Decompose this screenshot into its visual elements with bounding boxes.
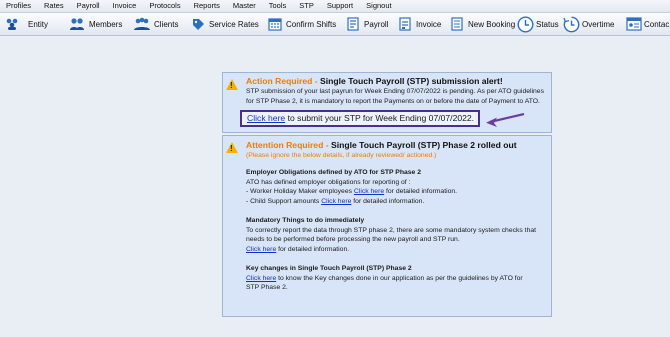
confirm-shifts-label: Confirm Shifts bbox=[286, 19, 337, 29]
sec3-line2: STP Phase 2. bbox=[246, 284, 288, 292]
entity-button[interactable]: Entity bbox=[5, 13, 48, 35]
menu-signout[interactable]: Signout bbox=[366, 0, 391, 12]
sec3-line1: Click here to know the Key changes done … bbox=[246, 274, 546, 284]
child-support-click-here-link[interactable]: Click here bbox=[321, 198, 351, 205]
whm-click-here-link[interactable]: Click here bbox=[354, 188, 384, 195]
alert2-title: Attention Required - Single Touch Payrol… bbox=[246, 140, 517, 150]
submit-stp-text: to submit your STP for Week Ending 07/07… bbox=[285, 113, 475, 123]
mandatory-things-section: Mandatory Things to do immediately To co… bbox=[246, 216, 546, 254]
key-changes-click-here-link[interactable]: Click here bbox=[246, 275, 276, 282]
clients-icon bbox=[134, 17, 150, 31]
confirm-shifts-icon bbox=[268, 17, 282, 31]
sec1-line2: - Worker Holiday Maker employees Click h… bbox=[246, 187, 546, 197]
payroll-icon bbox=[346, 17, 360, 31]
clients-label: Clients bbox=[154, 19, 179, 29]
menu-stp[interactable]: STP bbox=[299, 0, 314, 12]
sec3-post: to know the Key changes done in our appl… bbox=[276, 274, 523, 282]
alert2-prefix: Attention Required - bbox=[246, 140, 329, 150]
invoice-label: Invoice bbox=[416, 19, 442, 29]
contact-button[interactable]: Contac bbox=[626, 13, 669, 35]
members-button[interactable]: Members bbox=[69, 13, 122, 35]
members-icon bbox=[69, 17, 84, 31]
alert1-line2: for STP Phase 2, it is mandatory to repo… bbox=[246, 97, 540, 105]
menu-profiles[interactable]: Profiles bbox=[6, 0, 31, 12]
alert2-heading: Single Touch Payroll (STP) Phase 2 rolle… bbox=[330, 140, 517, 150]
menu-bar: Profiles Rates Payroll Invoice Protocols… bbox=[0, 0, 670, 13]
alert1-prefix: Action Required - bbox=[246, 76, 318, 86]
menu-invoice[interactable]: Invoice bbox=[113, 0, 137, 12]
payroll-label: Payroll bbox=[364, 19, 389, 29]
status-label: Status bbox=[536, 19, 559, 29]
contact-label: Contac bbox=[644, 19, 670, 29]
sec2-line2: needs to be performed before processing … bbox=[246, 236, 460, 244]
menu-reports[interactable]: Reports bbox=[194, 0, 220, 12]
menu-master[interactable]: Master bbox=[233, 0, 256, 12]
warning-icon: ! bbox=[226, 142, 238, 153]
alert1-message: STP submission of your last payrun for W… bbox=[246, 87, 546, 106]
new-booking-button[interactable]: New Booking bbox=[450, 13, 515, 35]
payroll-button[interactable]: Payroll bbox=[346, 13, 388, 35]
submit-stp-link[interactable]: Click here bbox=[247, 113, 285, 123]
sec2-line1: To correctly report the data through STP… bbox=[246, 226, 537, 234]
submit-stp-box: Click here to submit your STP for Week E… bbox=[240, 110, 480, 127]
entity-icon bbox=[5, 17, 19, 31]
employer-obligations-section: Employer Obligations defined by ATO for … bbox=[246, 168, 546, 206]
sec1-line2-post: for detailed information. bbox=[384, 188, 458, 196]
overtime-label: Overtime bbox=[582, 19, 615, 29]
confirm-shifts-button[interactable]: Confirm Shifts bbox=[268, 13, 336, 35]
sec2-post: for detailed information. bbox=[276, 245, 350, 253]
sec1-line3-post: for detailed information. bbox=[351, 197, 425, 205]
menu-payroll[interactable]: Payroll bbox=[77, 0, 100, 12]
sec1-line1: ATO has defined employer obligations for… bbox=[246, 178, 411, 186]
service-rates-button[interactable]: Service Rates bbox=[191, 13, 259, 35]
sec3-heading: Key changes in Single Touch Payroll (STP… bbox=[246, 265, 412, 272]
overtime-button[interactable]: Overtime bbox=[563, 13, 614, 35]
sec2-line3: Click here for detailed information. bbox=[246, 245, 546, 255]
clients-button[interactable]: Clients bbox=[134, 13, 178, 35]
mandatory-click-here-link[interactable]: Click here bbox=[246, 246, 276, 253]
status-icon bbox=[517, 15, 534, 33]
invoice-icon bbox=[398, 17, 412, 31]
invoice-button[interactable]: Invoice bbox=[398, 13, 441, 35]
warning-icon: ! bbox=[226, 79, 238, 90]
sec2-heading: Mandatory Things to do immediately bbox=[246, 217, 365, 224]
new-booking-icon bbox=[450, 17, 464, 31]
arrow-icon bbox=[486, 113, 525, 127]
new-booking-label: New Booking bbox=[468, 19, 516, 29]
menu-tools[interactable]: Tools bbox=[269, 0, 287, 12]
members-label: Members bbox=[89, 19, 123, 29]
key-changes-section: Key changes in Single Touch Payroll (STP… bbox=[246, 264, 546, 293]
entity-label: Entity bbox=[28, 19, 49, 29]
overtime-icon bbox=[563, 16, 580, 33]
menu-protocols[interactable]: Protocols bbox=[149, 0, 180, 12]
alert1-title: Action Required - Single Touch Payroll (… bbox=[246, 76, 503, 86]
sec1-line3-text: - Child Support amounts bbox=[246, 197, 322, 205]
alert1-heading: Single Touch Payroll (STP) submission al… bbox=[320, 76, 503, 86]
sec1-heading: Employer Obligations defined by ATO for … bbox=[246, 169, 421, 176]
menu-rates[interactable]: Rates bbox=[44, 0, 64, 12]
toolbar: Entity Members Clients Service Rates Con… bbox=[0, 13, 670, 36]
contact-icon bbox=[626, 17, 642, 31]
service-rates-label: Service Rates bbox=[209, 19, 259, 29]
alert2-note: (Please ignore the below details, if alr… bbox=[246, 152, 437, 159]
service-rates-icon bbox=[191, 17, 205, 31]
sec1-line2-text: - Worker Holiday Maker employees bbox=[246, 188, 354, 196]
alert1-line1: STP submission of your last payrun for W… bbox=[246, 88, 544, 95]
menu-support[interactable]: Support bbox=[327, 0, 353, 12]
status-button[interactable]: Status bbox=[517, 13, 559, 35]
sec1-line3: - Child Support amounts Click here for d… bbox=[246, 197, 546, 207]
